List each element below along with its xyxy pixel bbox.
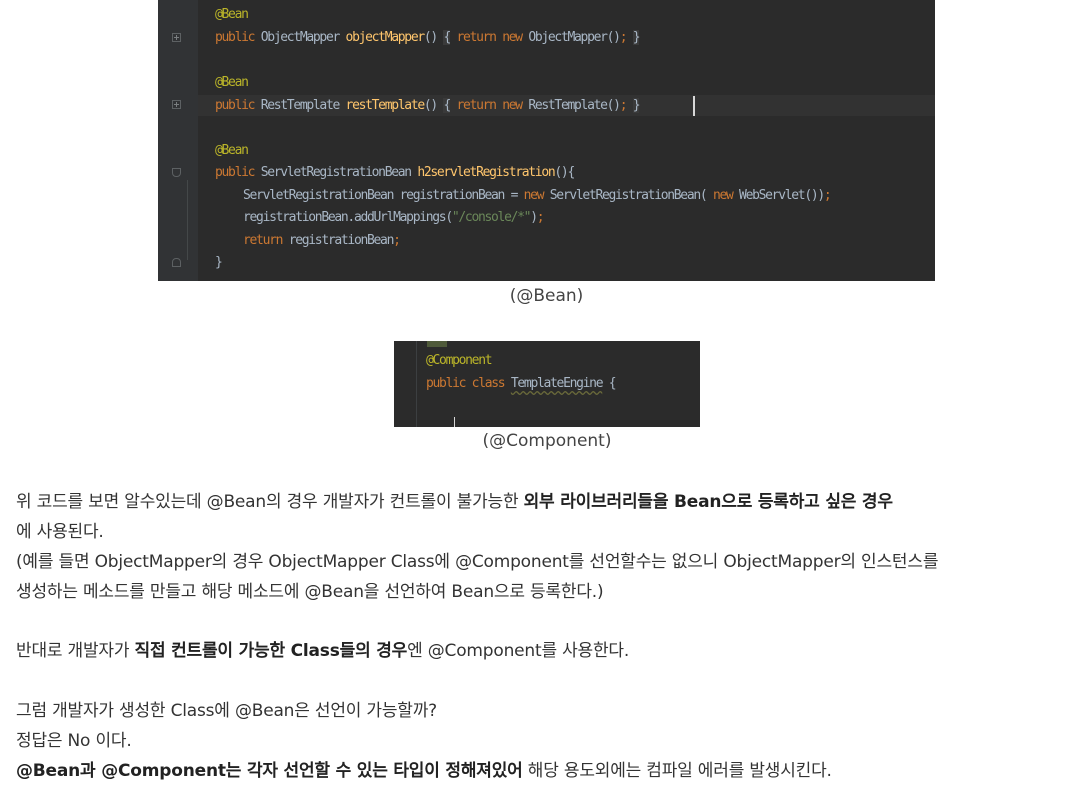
bold-text: @Bean과 @Component는 각자 선언할 수 있는 타입이 정해져있어 [16, 761, 523, 781]
bean-code-image: @Bean public ObjectMapper objectMapper()… [158, 0, 935, 281]
code-token: registrationBean.addUrlMappings( [243, 210, 453, 225]
code-token: "/console/*" [451, 210, 532, 225]
code-token: WebServlet()) [739, 188, 825, 203]
code-token: public [215, 165, 261, 180]
code-token: return new [450, 98, 529, 113]
code-line: public RestTemplate restTemplate() { ret… [215, 96, 641, 116]
code-token: TemplateEngine [510, 376, 604, 391]
code-line: return registrationBean; [243, 231, 401, 251]
code-token: ObjectMapper [260, 30, 346, 45]
code-token: return [243, 233, 289, 248]
code-token: ; [536, 210, 545, 225]
body-text-line: 정답은 No 이다. [16, 726, 132, 756]
code-token: (){ [554, 165, 575, 180]
code-token: new [712, 188, 740, 203]
bookmark-marker [427, 341, 447, 347]
component-code-image: @Component public class TemplateEngine { [394, 341, 700, 427]
code-token: @Bean [215, 143, 249, 158]
code-token: objectMapper [345, 30, 426, 45]
code-token: ; [823, 188, 832, 203]
code-line: @Component [426, 351, 493, 371]
code-token: ServletRegistrationBean [260, 165, 418, 180]
fold-end-icon [172, 258, 181, 267]
code-line: registrationBean.addUrlMappings("/consol… [243, 208, 545, 228]
code-line: } [215, 253, 223, 273]
code-token: @Bean [215, 7, 249, 22]
editor-gutter [158, 0, 198, 281]
code-token: h2servletRegistration [417, 165, 555, 180]
fold-collapse-icon [172, 168, 181, 177]
code-token: () [423, 98, 444, 113]
code-token: restTemplate [345, 98, 426, 113]
text-run: 생성하는 메소드를 만들고 해당 메소드에 @Bean을 선언하여 Bean으로… [16, 582, 604, 602]
code-token: } [632, 98, 641, 113]
body-text-line: @Bean과 @Component는 각자 선언할 수 있는 타입이 정해져있어… [16, 756, 832, 786]
code-line: public ServletRegistrationBean h2servlet… [215, 163, 575, 183]
body-text-line: 반대로 개발자가 직접 컨트롤이 가능한 Class들의 경우엔 @Compon… [16, 636, 629, 666]
code-line: public class TemplateEngine { [426, 374, 617, 394]
body-text-line: 에 사용된다. [16, 517, 104, 547]
code-line: @Bean [215, 73, 249, 93]
component-caption: (@Component) [482, 431, 612, 451]
text-run: 에 사용된다. [16, 522, 104, 542]
body-text-line: 생성하는 메소드를 만들고 해당 메소드에 @Bean을 선언하여 Bean으로… [16, 577, 604, 607]
text-run: 해당 용도외에는 컴파일 에러를 발생시킨다. [522, 761, 832, 781]
editor-gutter-line [416, 341, 417, 427]
text-caret [693, 96, 695, 116]
code-token: @Component [426, 353, 493, 368]
code-token: ObjectMapper() [528, 30, 621, 45]
code-line: @Bean [215, 5, 249, 25]
code-token: ServletRegistrationBean registrationBean… [243, 188, 524, 203]
code-token: new [523, 188, 550, 203]
code-token: public class [426, 376, 511, 391]
code-line: @Bean [215, 141, 249, 161]
code-token: ; [393, 233, 401, 248]
code-token: @Bean [215, 75, 249, 90]
text-run: 그럼 개발자가 생성한 Class에 @Bean은 선언이 가능할까? [16, 701, 438, 721]
indent-guide [187, 180, 188, 260]
code-token: } [215, 255, 223, 270]
fold-expand-icon [172, 100, 181, 109]
body-text-line: (예를 들면 ObjectMapper의 경우 ObjectMapper Cla… [16, 547, 938, 577]
code-token: RestTemplate [260, 98, 346, 113]
code-token: public [215, 98, 261, 113]
code-line: public ObjectMapper objectMapper() { ret… [215, 28, 641, 48]
text-caret [454, 417, 455, 427]
bold-text: 직접 컨트롤이 가능한 Class들의 경우 [134, 641, 408, 661]
body-text-line: 위 코드를 보면 알수있는데 @Bean의 경우 개발자가 컨트롤이 불가능한 … [16, 487, 893, 517]
code-token: } [632, 30, 641, 45]
text-run: 엔 @Component를 사용한다. [407, 641, 630, 661]
code-token: () [423, 30, 444, 45]
bold-text: 외부 라이브러리들을 Bean으로 등록하고 싶은 경우 [523, 492, 893, 512]
body-text-line: 그럼 개발자가 생성한 Class에 @Bean은 선언이 가능할까? [16, 696, 437, 726]
text-run: 위 코드를 보면 알수있는데 @Bean의 경우 개발자가 컨트롤이 불가능한 [16, 492, 524, 512]
code-token: public [215, 30, 261, 45]
text-run: (예를 들면 ObjectMapper의 경우 ObjectMapper Cla… [16, 552, 939, 572]
text-run: 정답은 No 이다. [16, 731, 132, 751]
fold-expand-icon [172, 33, 181, 42]
code-token: { [602, 376, 617, 391]
text-run: 반대로 개발자가 [16, 641, 135, 661]
code-token: return new [450, 30, 529, 45]
code-line: ServletRegistrationBean registrationBean… [243, 186, 832, 206]
code-token: ServletRegistrationBean( [549, 188, 713, 203]
code-token: registrationBean [288, 233, 395, 248]
code-token: RestTemplate() [528, 98, 621, 113]
bean-caption: (@Bean) [509, 286, 584, 306]
